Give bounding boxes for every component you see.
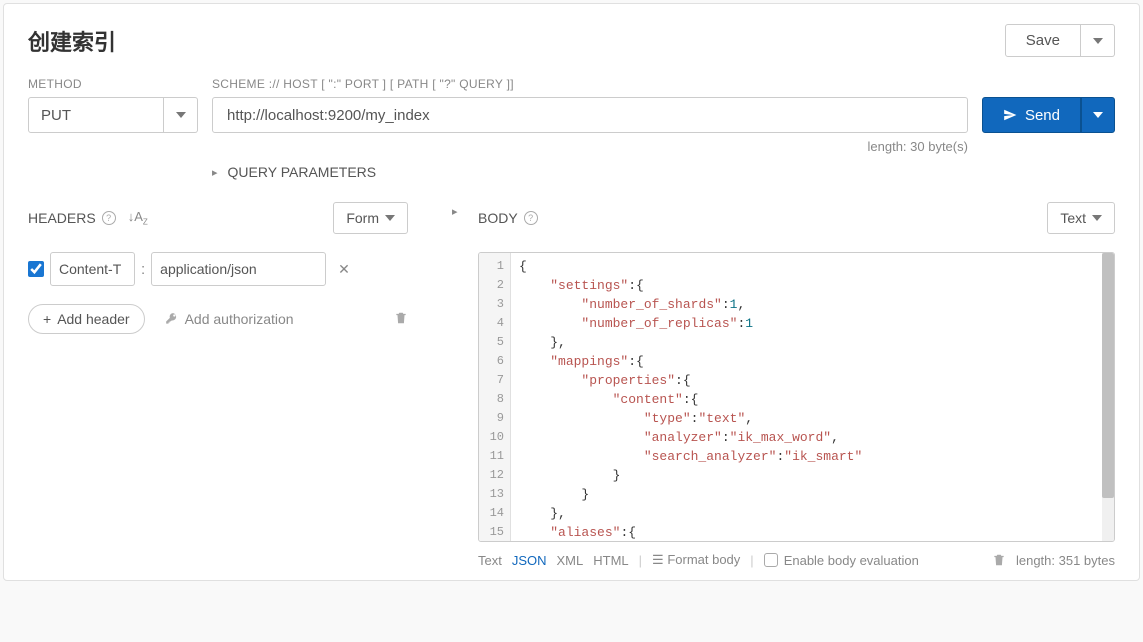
headers-panel-head: HEADERS ? ↓AZ Form bbox=[28, 202, 408, 234]
query-parameters-toggle[interactable]: ▸ QUERY PARAMETERS bbox=[212, 164, 1115, 180]
add-header-label: Add header bbox=[57, 311, 129, 327]
headers-title: HEADERS bbox=[28, 210, 96, 226]
clear-headers-icon[interactable] bbox=[394, 311, 408, 328]
method-value: PUT bbox=[28, 97, 164, 133]
body-panel: ▸ BODY ? Text 123456789101112131415 { "s… bbox=[438, 202, 1115, 568]
format-xml[interactable]: XML bbox=[557, 553, 584, 568]
save-button[interactable]: Save bbox=[1005, 24, 1081, 57]
code-area[interactable]: { "settings":{ "number_of_shards":1, "nu… bbox=[511, 253, 1114, 541]
send-spacer bbox=[982, 77, 1115, 91]
save-group: Save bbox=[1005, 24, 1115, 57]
help-icon[interactable]: ? bbox=[524, 211, 538, 225]
method-column: METHOD PUT bbox=[28, 77, 198, 133]
method-caret[interactable] bbox=[164, 97, 198, 133]
method-select[interactable]: PUT bbox=[28, 97, 198, 133]
headers-view-label: Form bbox=[346, 210, 379, 226]
footer-right: length: 351 bytes bbox=[992, 553, 1115, 568]
scrollbar-vertical[interactable] bbox=[1102, 253, 1114, 541]
method-label: METHOD bbox=[28, 77, 198, 91]
format-body-button[interactable]: ☰ Format body bbox=[652, 552, 740, 568]
body-view-label: Text bbox=[1060, 210, 1086, 226]
header-name-input[interactable] bbox=[50, 252, 135, 286]
line-gutter: 123456789101112131415 bbox=[479, 253, 511, 541]
page-title: 创建索引 bbox=[28, 25, 116, 57]
collapse-right-icon[interactable]: ▸ bbox=[452, 205, 458, 218]
separator: | bbox=[750, 553, 753, 568]
header-row: : ✕ bbox=[28, 252, 408, 286]
chevron-down-icon bbox=[1093, 38, 1103, 44]
enable-eval-toggle[interactable]: Enable body evaluation bbox=[764, 553, 919, 568]
format-text[interactable]: Text bbox=[478, 553, 502, 568]
body-length: length: 351 bytes bbox=[1016, 553, 1115, 568]
colon-separator: : bbox=[141, 261, 145, 278]
headers-actions: + Add header Add authorization bbox=[28, 304, 408, 334]
headers-view-mode[interactable]: Form bbox=[333, 202, 408, 234]
trash-icon[interactable] bbox=[992, 553, 1006, 567]
request-card: 创建索引 Save METHOD PUT SCHEME :// HOST [ "… bbox=[3, 3, 1140, 581]
trash-icon bbox=[394, 311, 408, 325]
separator: | bbox=[639, 553, 642, 568]
chevron-down-icon bbox=[1092, 215, 1102, 221]
query-parameters-label: QUERY PARAMETERS bbox=[228, 164, 377, 180]
add-authorization-button[interactable]: Add authorization bbox=[165, 311, 294, 327]
body-view-mode[interactable]: Text bbox=[1047, 202, 1115, 234]
chevron-down-icon bbox=[1093, 112, 1103, 118]
send-label: Send bbox=[1025, 107, 1060, 124]
headers-title-group: HEADERS ? ↓AZ bbox=[28, 209, 148, 227]
paper-plane-icon bbox=[1003, 108, 1017, 122]
header-enabled-checkbox[interactable] bbox=[28, 261, 44, 277]
scrollbar-thumb[interactable] bbox=[1102, 253, 1114, 498]
add-header-button[interactable]: + Add header bbox=[28, 304, 145, 334]
url-length: length: 30 byte(s) bbox=[212, 139, 968, 154]
scheme-label: SCHEME :// HOST [ ":" PORT ] [ PATH [ "?… bbox=[212, 77, 968, 91]
url-input[interactable] bbox=[212, 97, 968, 133]
body-title-group: BODY ? bbox=[478, 210, 538, 226]
align-icon: ☰ bbox=[652, 552, 667, 567]
send-column: Send bbox=[982, 77, 1115, 133]
send-button[interactable]: Send bbox=[982, 97, 1081, 133]
help-icon[interactable]: ? bbox=[102, 211, 116, 225]
body-panel-head: BODY ? Text bbox=[478, 202, 1115, 234]
body-title: BODY bbox=[478, 210, 518, 226]
send-group: Send bbox=[982, 97, 1115, 133]
format-json[interactable]: JSON bbox=[512, 553, 547, 568]
chevron-down-icon bbox=[176, 112, 186, 118]
key-icon bbox=[165, 312, 179, 326]
format-html[interactable]: HTML bbox=[593, 553, 628, 568]
chevron-down-icon bbox=[385, 215, 395, 221]
panels: HEADERS ? ↓AZ Form : ✕ + Add h bbox=[28, 202, 1115, 568]
sort-icon[interactable]: ↓AZ bbox=[128, 209, 148, 227]
request-row: METHOD PUT SCHEME :// HOST [ ":" PORT ] … bbox=[28, 77, 1115, 154]
header-value-input[interactable] bbox=[151, 252, 326, 286]
triangle-right-icon: ▸ bbox=[212, 166, 218, 179]
body-footer: Text JSON XML HTML | ☰ Format body | Ena… bbox=[478, 552, 1115, 568]
headers-panel: HEADERS ? ↓AZ Form : ✕ + Add h bbox=[28, 202, 438, 568]
plus-icon: + bbox=[43, 311, 51, 327]
checkbox-icon bbox=[764, 553, 778, 567]
url-column: SCHEME :// HOST [ ":" PORT ] [ PATH [ "?… bbox=[212, 77, 968, 154]
save-dropdown-button[interactable] bbox=[1081, 24, 1115, 57]
send-dropdown-button[interactable] bbox=[1081, 97, 1115, 133]
body-editor[interactable]: 123456789101112131415 { "settings":{ "nu… bbox=[478, 252, 1115, 542]
titlebar: 创建索引 Save bbox=[28, 24, 1115, 57]
add-auth-label: Add authorization bbox=[185, 311, 294, 327]
remove-header-icon[interactable]: ✕ bbox=[338, 261, 350, 278]
